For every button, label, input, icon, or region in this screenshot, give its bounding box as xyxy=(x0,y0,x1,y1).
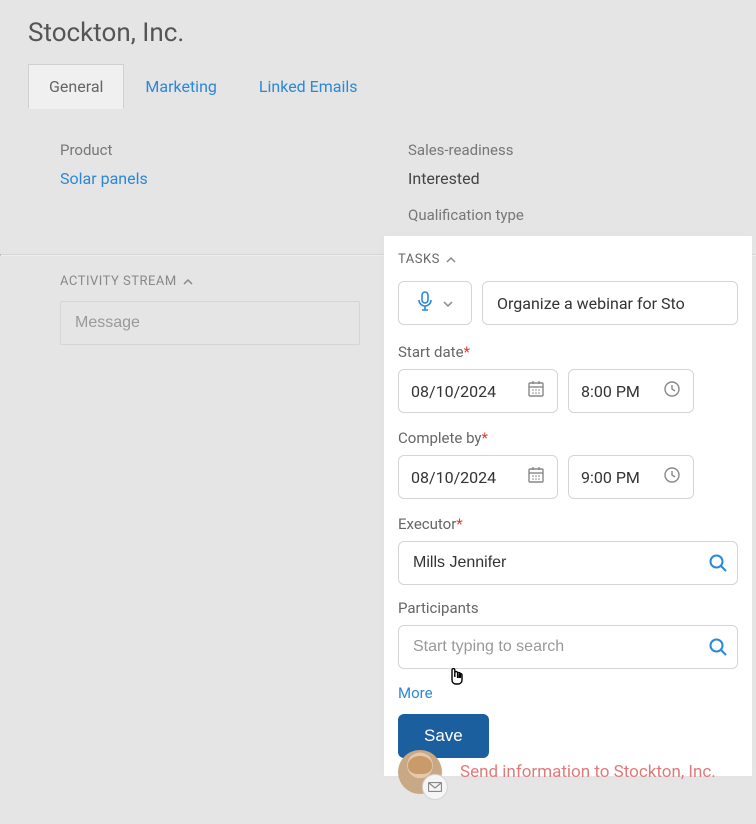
calendar-icon xyxy=(527,380,545,402)
avatar xyxy=(398,750,442,794)
start-time-input[interactable]: 8:00 PM xyxy=(568,369,694,413)
start-date-value: 08/10/2024 xyxy=(411,382,496,401)
activity-item: Send information to Stockton, Inc. xyxy=(398,750,736,794)
product-value[interactable]: Solar panels xyxy=(60,169,408,188)
complete-date-input[interactable]: 08/10/2024 xyxy=(398,455,558,499)
product-label: Product xyxy=(60,141,408,159)
start-date-input[interactable]: 08/10/2024 xyxy=(398,369,558,413)
more-link[interactable]: More xyxy=(398,684,433,702)
calendar-icon xyxy=(527,466,545,488)
chevron-down-icon xyxy=(443,294,453,313)
qualification-label: Qualification type xyxy=(408,206,756,224)
start-time-value: 8:00 PM xyxy=(581,382,640,401)
complete-date-value: 08/10/2024 xyxy=(411,468,496,487)
participants-input[interactable] xyxy=(398,625,738,669)
tasks-heading-label: TASKS xyxy=(398,252,440,267)
readiness-value: Interested xyxy=(408,169,756,188)
participants-label: Participants xyxy=(398,599,738,617)
executor-input[interactable] xyxy=(398,541,738,585)
clock-icon xyxy=(663,380,681,402)
complete-by-label: Complete by* xyxy=(398,429,738,447)
task-title-input[interactable]: Organize a webinar for Sto xyxy=(482,281,738,325)
page-title: Stockton, Inc. xyxy=(28,18,728,48)
start-date-label: Start date* xyxy=(398,343,738,361)
tasks-panel: TASKS Organize a webinar for Sto Start d… xyxy=(384,236,752,776)
readiness-label: Sales-readiness xyxy=(408,141,756,159)
chevron-up-icon xyxy=(446,255,456,265)
task-title-value: Organize a webinar for Sto xyxy=(497,294,685,313)
activity-stream-heading-label: ACTIVITY STREAM xyxy=(60,274,177,289)
search-icon[interactable] xyxy=(708,553,728,573)
voice-input-button[interactable] xyxy=(398,281,472,325)
mail-icon xyxy=(422,774,448,800)
microphone-icon xyxy=(417,291,433,315)
activity-link[interactable]: Send information to Stockton, Inc. xyxy=(460,761,716,784)
tab-bar: General Marketing Linked Emails xyxy=(28,64,728,109)
clock-icon xyxy=(663,466,681,488)
tab-marketing[interactable]: Marketing xyxy=(124,64,237,109)
chevron-up-icon xyxy=(183,277,193,287)
message-input[interactable] xyxy=(60,301,360,345)
complete-time-value: 9:00 PM xyxy=(581,468,640,487)
tab-general[interactable]: General xyxy=(28,64,124,109)
tab-linked-emails[interactable]: Linked Emails xyxy=(238,64,379,109)
search-icon[interactable] xyxy=(708,637,728,657)
tasks-heading[interactable]: TASKS xyxy=(398,252,738,267)
complete-time-input[interactable]: 9:00 PM xyxy=(568,455,694,499)
executor-label: Executor* xyxy=(398,515,738,533)
